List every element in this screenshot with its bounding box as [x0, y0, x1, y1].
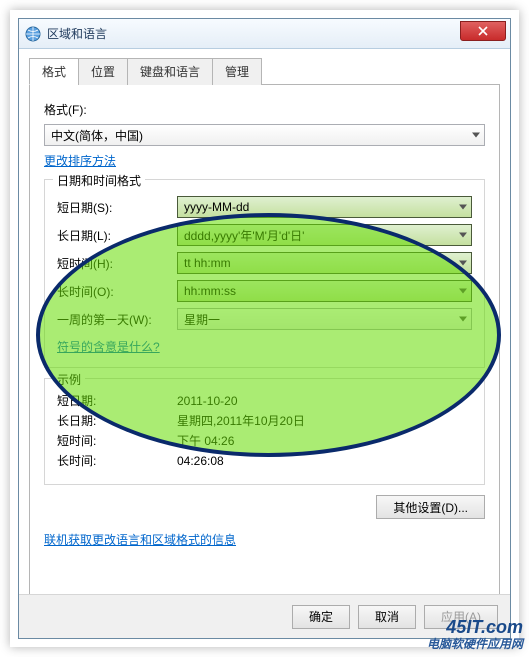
symbol-meaning-link[interactable]: 符号的含意是什么? — [57, 338, 160, 355]
short-time-label: 短时间(H): — [57, 255, 177, 272]
tab-administrative[interactable]: 管理 — [212, 58, 262, 85]
short-date-label: 短日期(S): — [57, 199, 177, 216]
ok-button[interactable]: 确定 — [292, 605, 350, 629]
example-group: 示例 短日期: 2011-10-20 长日期: 星期四,2011年10月20日 … — [44, 378, 485, 485]
tab-panel-format: 格式(F): 中文(简体，中国) 更改排序方法 日期和时间格式 短日期(S): … — [29, 85, 500, 605]
client-area: 格式 位置 键盘和语言 管理 格式(F): 中文(简体，中国) 更改排序方法 日… — [19, 49, 510, 615]
chevron-down-icon — [459, 261, 467, 266]
chevron-down-icon — [472, 133, 480, 138]
online-info-link[interactable]: 联机获取更改语言和区域格式的信息 — [44, 531, 236, 548]
region-language-window: 区域和语言 格式 位置 键盘和语言 管理 格式(F): 中文(简体，中国) 更改… — [18, 18, 511, 639]
ex-short-date-label: 短日期: — [57, 392, 177, 409]
change-sort-link[interactable]: 更改排序方法 — [44, 152, 116, 169]
close-button[interactable] — [460, 21, 506, 41]
chevron-down-icon — [459, 233, 467, 238]
format-select-value: 中文(简体，中国) — [51, 127, 143, 144]
tab-format[interactable]: 格式 — [29, 58, 79, 85]
window-title: 区域和语言 — [47, 25, 107, 42]
datetime-group-title: 日期和时间格式 — [53, 172, 145, 189]
tab-keyboards-languages[interactable]: 键盘和语言 — [127, 58, 213, 85]
tab-location[interactable]: 位置 — [78, 58, 128, 85]
long-time-combo[interactable]: hh:mm:ss — [177, 280, 472, 302]
ex-short-time-value: 下午 04:26 — [177, 432, 234, 449]
ex-long-date-label: 长日期: — [57, 412, 177, 429]
format-label: 格式(F): — [44, 101, 485, 118]
chevron-down-icon — [459, 205, 467, 210]
cancel-button[interactable]: 取消 — [358, 605, 416, 629]
ex-long-time-value: 04:26:08 — [177, 454, 224, 468]
other-settings-button[interactable]: 其他设置(D)... — [376, 495, 485, 519]
short-date-combo[interactable]: yyyy-MM-dd — [177, 196, 472, 218]
titlebar[interactable]: 区域和语言 — [19, 19, 510, 49]
ex-short-date-value: 2011-10-20 — [177, 394, 238, 408]
ex-long-date-value: 星期四,2011年10月20日 — [177, 412, 305, 429]
long-date-combo[interactable]: dddd,yyyy'年'M'月'd'日' — [177, 224, 472, 246]
chevron-down-icon — [459, 317, 467, 322]
first-day-combo[interactable]: 星期一 — [177, 308, 472, 330]
format-select[interactable]: 中文(简体，中国) — [44, 124, 485, 146]
short-time-combo[interactable]: tt hh:mm — [177, 252, 472, 274]
long-date-label: 长日期(L): — [57, 227, 177, 244]
long-time-label: 长时间(O): — [57, 283, 177, 300]
datetime-format-group: 日期和时间格式 短日期(S): yyyy-MM-dd 长日期(L): dddd,… — [44, 179, 485, 368]
example-group-title: 示例 — [53, 371, 85, 388]
chevron-down-icon — [459, 289, 467, 294]
ex-short-time-label: 短时间: — [57, 432, 177, 449]
ex-long-time-label: 长时间: — [57, 452, 177, 469]
watermark: 45IT.com 电脑软硬件应用网 — [427, 618, 523, 651]
first-day-label: 一周的第一天(W): — [57, 311, 177, 328]
globe-icon — [25, 26, 41, 42]
close-icon — [478, 26, 488, 36]
tab-strip: 格式 位置 键盘和语言 管理 — [29, 57, 500, 85]
